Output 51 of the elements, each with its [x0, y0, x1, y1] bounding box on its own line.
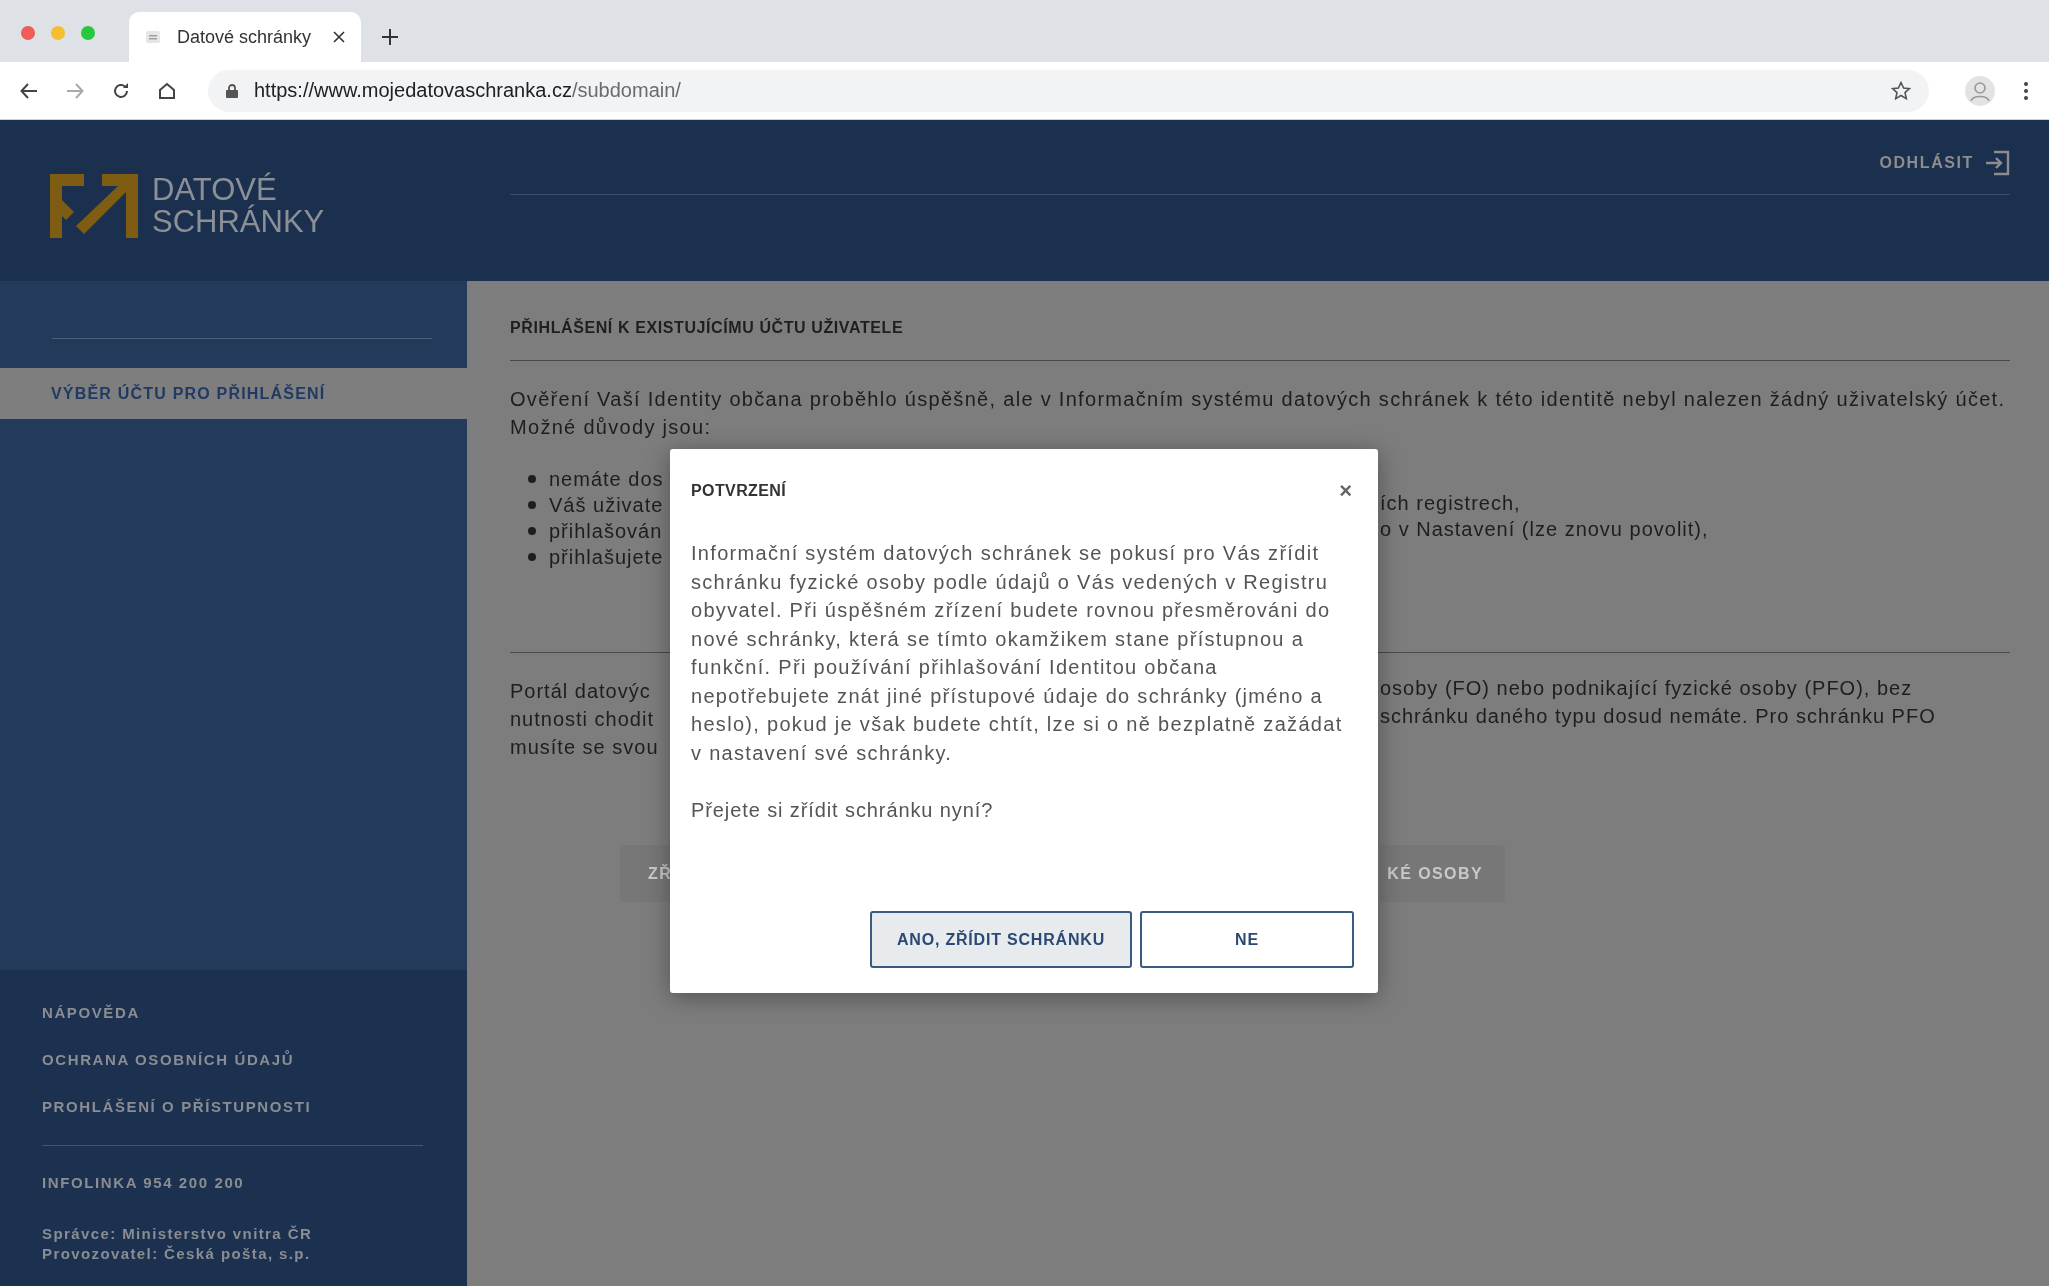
- paragraph-text: schránku daného typu dosud nemáte. Pro schránku PFO: [1380, 705, 1936, 727]
- intro-paragraph: Ověření Vaší Identity občana proběhlo úspěšně, ale v Informačním systému datových schránek k této identitě nebyl nalezen žádný uživatelský účet. Možné důvody jsou:: [510, 387, 2007, 440]
- bullet-icon: [528, 501, 536, 509]
- bullet-icon: [528, 475, 536, 483]
- list-item-text: Váš uživate: [549, 493, 664, 517]
- paragraph-text: osoby (FO) nebo podnikající fyzické osoby (PFO), bez: [1380, 677, 1913, 699]
- cancel-button[interactable]: NE: [1140, 911, 1354, 968]
- operator-text: Správce: Ministerstvo vnitra ČR: [42, 1224, 314, 1244]
- create-account-button[interactable]: ZŘ: [620, 845, 673, 902]
- url-text: https://www.mojedatovaschranka.cz/subdomain/: [254, 79, 682, 102]
- logout-link[interactable]: ODHLÁSIT: [1879, 146, 2010, 180]
- logo-text: DATOVÉ SCHRÁNKY: [152, 173, 325, 238]
- lock-icon: [226, 83, 238, 98]
- create-account-button[interactable]: KÉ OSOBY: [1380, 845, 1505, 902]
- close-icon[interactable]: [333, 31, 345, 43]
- dialog-question: Přejete si zřídit schránku nyní?: [691, 799, 995, 822]
- plus-icon[interactable]: [381, 28, 399, 46]
- list-item-text: nemáte dos: [549, 467, 664, 491]
- confirm-button[interactable]: ANO, ZŘÍDIT SCHRÁNKU: [870, 911, 1132, 968]
- footer-link[interactable]: PROHLÁŠENÍ O PŘÍSTUPNOSTI: [42, 1098, 467, 1145]
- infoline-text: INFOLINKA 954 200 200: [42, 1174, 246, 1191]
- dialog-title: POTVRZENÍ: [691, 482, 787, 500]
- list-item-text: přihlašován: [549, 519, 663, 543]
- menu-icon[interactable]: [2023, 80, 2029, 101]
- home-icon[interactable]: [158, 81, 176, 100]
- list-item-text: ích registrech,: [1380, 492, 1521, 514]
- star-icon[interactable]: [1891, 80, 1911, 101]
- operator-text: Provozovatel: Česká pošta, s.p.: [42, 1244, 312, 1264]
- dialog-message: Informační systém datových schránek se pokusí pro Vás zřídit schránku fyzické osoby podle údajů o Vás vedených v Registru obyvatel. Při úspěšném zřízení budete rovnou přesměrováni do nové schránky, která se tímto okamžikem stane přístupnou a funkční. Při používání přihlašování Identitou občana nepotřebujete znát jiné přístupové údaje do schránky (jméno a heslo), pokud je však budete chtít, lze si o ně bezplatně zažádat v nastavení své schránky.: [691, 541, 1344, 766]
- logo-mark-icon: [50, 173, 138, 238]
- paragraph-text: musíte se svou: [510, 735, 659, 759]
- reload-icon[interactable]: [112, 81, 130, 100]
- page-icon: [145, 29, 161, 45]
- bullet-icon: [528, 527, 536, 535]
- window-control-icon[interactable]: [21, 26, 35, 40]
- footer-link[interactable]: OCHRANA OSOBNÍCH ÚDAJŮ: [42, 1051, 467, 1098]
- logout-icon: [1984, 150, 2010, 176]
- profile-icon[interactable]: [1965, 75, 1995, 106]
- back-icon[interactable]: [20, 81, 38, 100]
- footer-link[interactable]: NÁPOVĚDA: [42, 1004, 467, 1051]
- bullet-icon: [528, 553, 536, 561]
- paragraph-text: Portál datovýc: [510, 679, 651, 703]
- tab-title: Datové schránky: [177, 26, 313, 48]
- list-item-text: o v Nastavení (lze znovu povolit),: [1380, 518, 1709, 540]
- close-button[interactable]: ×: [1337, 478, 1354, 504]
- sidebar-item[interactable]: VÝBĚR ÚČTU PRO PŘIHLÁŠENÍ: [0, 368, 467, 419]
- list-item-text: přihlašujete: [549, 545, 664, 569]
- section-heading: PŘIHLÁŠENÍ K EXISTUJÍCÍMU ÚČTU UŽIVATELE: [510, 319, 905, 338]
- browser-tab[interactable]: Datové schránky: [129, 12, 361, 62]
- address-bar[interactable]: https://www.mojedatovaschranka.cz/subdomain/: [208, 69, 1929, 112]
- paragraph-text: nutnosti chodit: [510, 707, 654, 731]
